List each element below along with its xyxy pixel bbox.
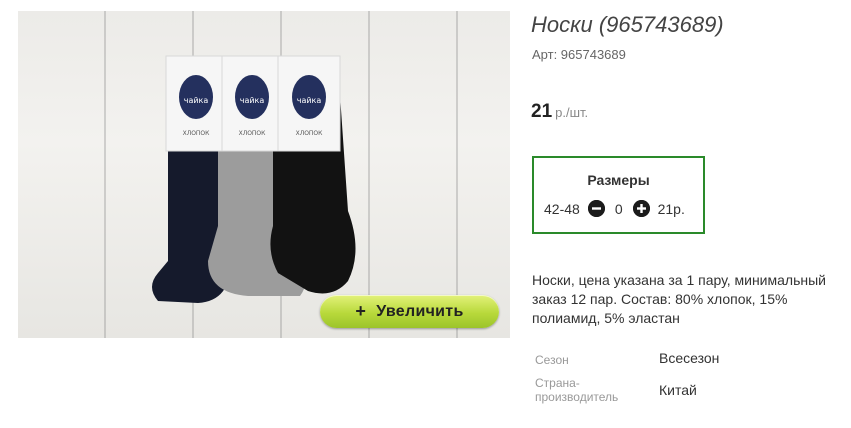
brand-label-1: чайка [184,96,209,105]
minus-circle-icon[interactable] [587,200,605,217]
zoom-button[interactable]: + Увеличить [320,295,499,328]
size-row: 42-48 0 21р. [544,200,685,217]
product-price: 21 р./шт. [531,101,588,123]
property-key: Сезон [535,353,569,367]
price-value: 21 [531,101,553,122]
card-label-3: ХЛОПОК [296,130,324,137]
product-title: Носки (965743689) [531,12,724,37]
card-label-2: ХЛОПОК [239,130,267,137]
property-value: Китай [659,382,697,398]
product-image[interactable]: чайка чайка чайка ХЛОПОК ХЛОПОК ХЛОПОК [18,11,510,338]
product-description: Носки, цена указана за 1 пару, минимальн… [532,272,826,326]
size-price: 21р. [657,200,685,217]
brand-label-2: чайка [240,96,265,105]
zoom-button-label: Увеличить [376,302,464,320]
sizes-heading: Размеры [587,172,650,188]
property-key: Страна-производитель [535,376,619,404]
product-sku: Арт: 965743689 [532,47,626,62]
plus-circle-icon[interactable] [632,200,650,217]
quantity-value[interactable]: 0 [615,201,623,217]
price-unit: р./шт. [555,105,589,120]
plus-icon: + [355,301,367,321]
property-value: Всесезон [659,350,720,366]
brand-label-3: чайка [297,96,322,105]
sizes-box: Размеры 42-48 0 21р. [532,156,705,234]
product-page: чайка чайка чайка ХЛОПОК ХЛОПОК ХЛОПОК +… [0,0,851,428]
size-label: 42-48 [544,200,580,217]
socks-illustration: чайка чайка чайка ХЛОПОК ХЛОПОК ХЛОПОК [152,55,356,303]
card-label-1: ХЛОПОК [183,130,211,137]
